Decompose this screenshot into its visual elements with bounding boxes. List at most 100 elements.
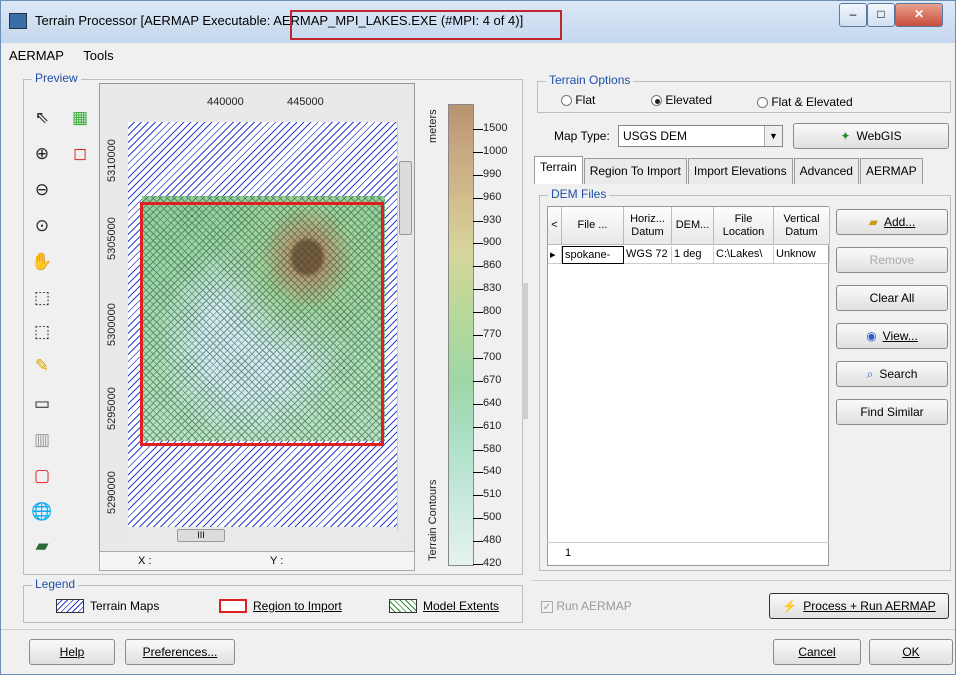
help-button[interactable]: Help (29, 639, 115, 665)
colorbar-tick-label: 960 (483, 191, 502, 203)
table-cell-vertical-datum[interactable]: Unknow (774, 246, 830, 264)
menu-tools[interactable]: Tools (75, 45, 121, 66)
map-vertical-scrollbar[interactable] (397, 121, 413, 531)
view-button[interactable]: ◉ View... (836, 323, 948, 349)
map-horizontal-scrollbar[interactable]: III (129, 528, 397, 544)
table-cell-horiz-datum[interactable]: WGS 72 (624, 246, 672, 264)
bottom-divider (1, 629, 955, 630)
divider (531, 580, 951, 581)
legend-model-extents-label[interactable]: Model Extents (423, 599, 499, 613)
fit-vertical-icon[interactable]: ⬚ (29, 285, 55, 311)
zoom-out-icon[interactable]: ⊖ (29, 177, 55, 203)
colorbar-tick-mark (473, 427, 483, 428)
tab-advanced[interactable]: Advanced (793, 158, 859, 184)
webgis-button[interactable]: ✦ WebGIS (793, 123, 949, 149)
close-button[interactable]: ✕ (895, 3, 943, 27)
search-icon: ⌕ (866, 366, 874, 381)
vertical-scroll-thumb[interactable] (399, 161, 412, 235)
table-cell-file-location[interactable]: C:\Lakes\ (714, 246, 774, 264)
run-aermap-label: Run AERMAP (556, 599, 632, 613)
chevron-down-icon[interactable]: ▼ (764, 126, 782, 146)
model-extents-swatch (389, 599, 417, 613)
view-icon: ◉ (866, 329, 877, 343)
minimize-button[interactable]: – (839, 3, 867, 27)
legend-terrain-maps-label: Terrain Maps (90, 599, 160, 613)
colorbar-tick-label: 830 (483, 282, 502, 294)
fit-horizontal-icon[interactable]: ⬚ (29, 319, 55, 345)
clear-all-label: Clear All (869, 291, 915, 305)
tab-region-to-import[interactable]: Region To Import (583, 158, 687, 184)
radio-elevated-circle[interactable] (651, 95, 662, 107)
process-run-label: Process + Run AERMAP (803, 599, 936, 613)
coord-x-label: X : (138, 555, 152, 567)
checkbox-icon[interactable]: ✓ (541, 601, 553, 613)
preferences-button[interactable]: Preferences... (125, 639, 235, 665)
map-type-label: Map Type: (554, 129, 610, 143)
legend-model-extents[interactable]: Model Extents (389, 599, 499, 613)
elevation-colorbar (448, 104, 474, 566)
building-icon[interactable]: ▥ (29, 427, 55, 453)
layers-icon[interactable]: ▦ (67, 105, 93, 131)
add-button[interactable]: ▰ Add... (836, 209, 948, 235)
colorbar-tick-mark (473, 450, 483, 451)
tab-import-elevations[interactable]: Import Elevations (687, 158, 793, 184)
cancel-button[interactable]: Cancel (773, 639, 861, 665)
table-cell-dem[interactable]: 1 deg (672, 246, 714, 264)
search-button[interactable]: ⌕ Search (836, 361, 948, 387)
colorbar-tick-label: 860 (483, 259, 502, 271)
process-run-aermap-button[interactable]: ⚡ Process + Run AERMAP (769, 593, 949, 619)
find-similar-button[interactable]: Find Similar (836, 399, 948, 425)
clear-all-button[interactable]: Clear All (836, 285, 948, 311)
colorbar-tick-mark (473, 129, 483, 130)
table-cell-file[interactable]: spokane- (562, 246, 624, 264)
ruler-icon[interactable]: ▭ (29, 391, 55, 417)
run-aermap-checkbox[interactable]: ✓ Run AERMAP (541, 599, 632, 613)
globe-icon: ✦ (840, 129, 851, 143)
preview-map[interactable]: 440000 445000 5310000 5305000 5300000 52… (99, 83, 415, 568)
dem-files-table[interactable]: < File ... Horiz... Datum DEM... File Lo… (547, 206, 830, 566)
region-to-import-rect[interactable] (140, 202, 384, 446)
col-header-vertical-datum[interactable]: Vertical Datum (774, 207, 830, 245)
colorbar-tick-label: 540 (483, 465, 502, 477)
coord-y-label: Y : (270, 555, 284, 567)
col-header-file[interactable]: File ... (562, 207, 624, 245)
globe-icon[interactable]: 🌐 (29, 499, 55, 525)
pointer-icon[interactable]: ⇖ (29, 105, 55, 131)
map-type-select[interactable]: USGS DEM ▼ (618, 125, 783, 147)
webgis-label: WebGIS (856, 129, 902, 143)
pencil-icon[interactable]: ✎ (29, 353, 55, 379)
col-header-dem[interactable]: DEM... (672, 207, 714, 245)
ok-button[interactable]: OK (869, 639, 953, 665)
legend-region-to-import[interactable]: Region to Import (219, 599, 342, 613)
maximize-button[interactable]: □ (867, 3, 895, 27)
remove-button[interactable]: Remove (836, 247, 948, 273)
horizontal-scroll-thumb[interactable]: III (177, 529, 225, 542)
executable-highlight-box (290, 10, 562, 40)
y-tick-label: 5310000 (106, 139, 118, 182)
zoom-window-icon[interactable]: ◻ (67, 141, 93, 167)
radio-flat-elevated-circle[interactable] (757, 97, 768, 109)
radio-flat-circle[interactable] (561, 95, 572, 107)
region-swatch (219, 599, 247, 613)
tab-aermap[interactable]: AERMAP (859, 158, 923, 184)
coordinate-readout: X : Y : (99, 551, 415, 571)
radio-flat-elevated[interactable]: Flat & Elevated (757, 95, 853, 109)
radio-elevated[interactable]: Elevated (651, 93, 712, 107)
pan-hand-icon[interactable]: ✋ (29, 249, 55, 275)
col-header-selector[interactable]: < (548, 207, 562, 245)
menu-aermap[interactable]: AERMAP (1, 45, 72, 66)
center-icon[interactable]: ⊙ (29, 213, 55, 239)
panel-splitter[interactable] (522, 283, 528, 419)
map-layer-icon[interactable]: ▰ (29, 533, 55, 559)
rectangle-region-icon[interactable]: ▢ (29, 463, 55, 489)
tab-terrain[interactable]: Terrain (534, 156, 583, 184)
col-header-file-location[interactable]: File Location (714, 207, 774, 245)
row-selector-arrow[interactable]: ▸ (548, 246, 562, 264)
colorbar-tick-mark (473, 152, 483, 153)
preferences-label: Preferences... (142, 645, 218, 659)
zoom-in-icon[interactable]: ⊕ (29, 141, 55, 167)
help-label: Help (59, 645, 85, 659)
col-header-horiz-datum[interactable]: Horiz... Datum (624, 207, 672, 245)
legend-region-label[interactable]: Region to Import (253, 599, 342, 613)
radio-flat[interactable]: Flat (561, 93, 595, 107)
